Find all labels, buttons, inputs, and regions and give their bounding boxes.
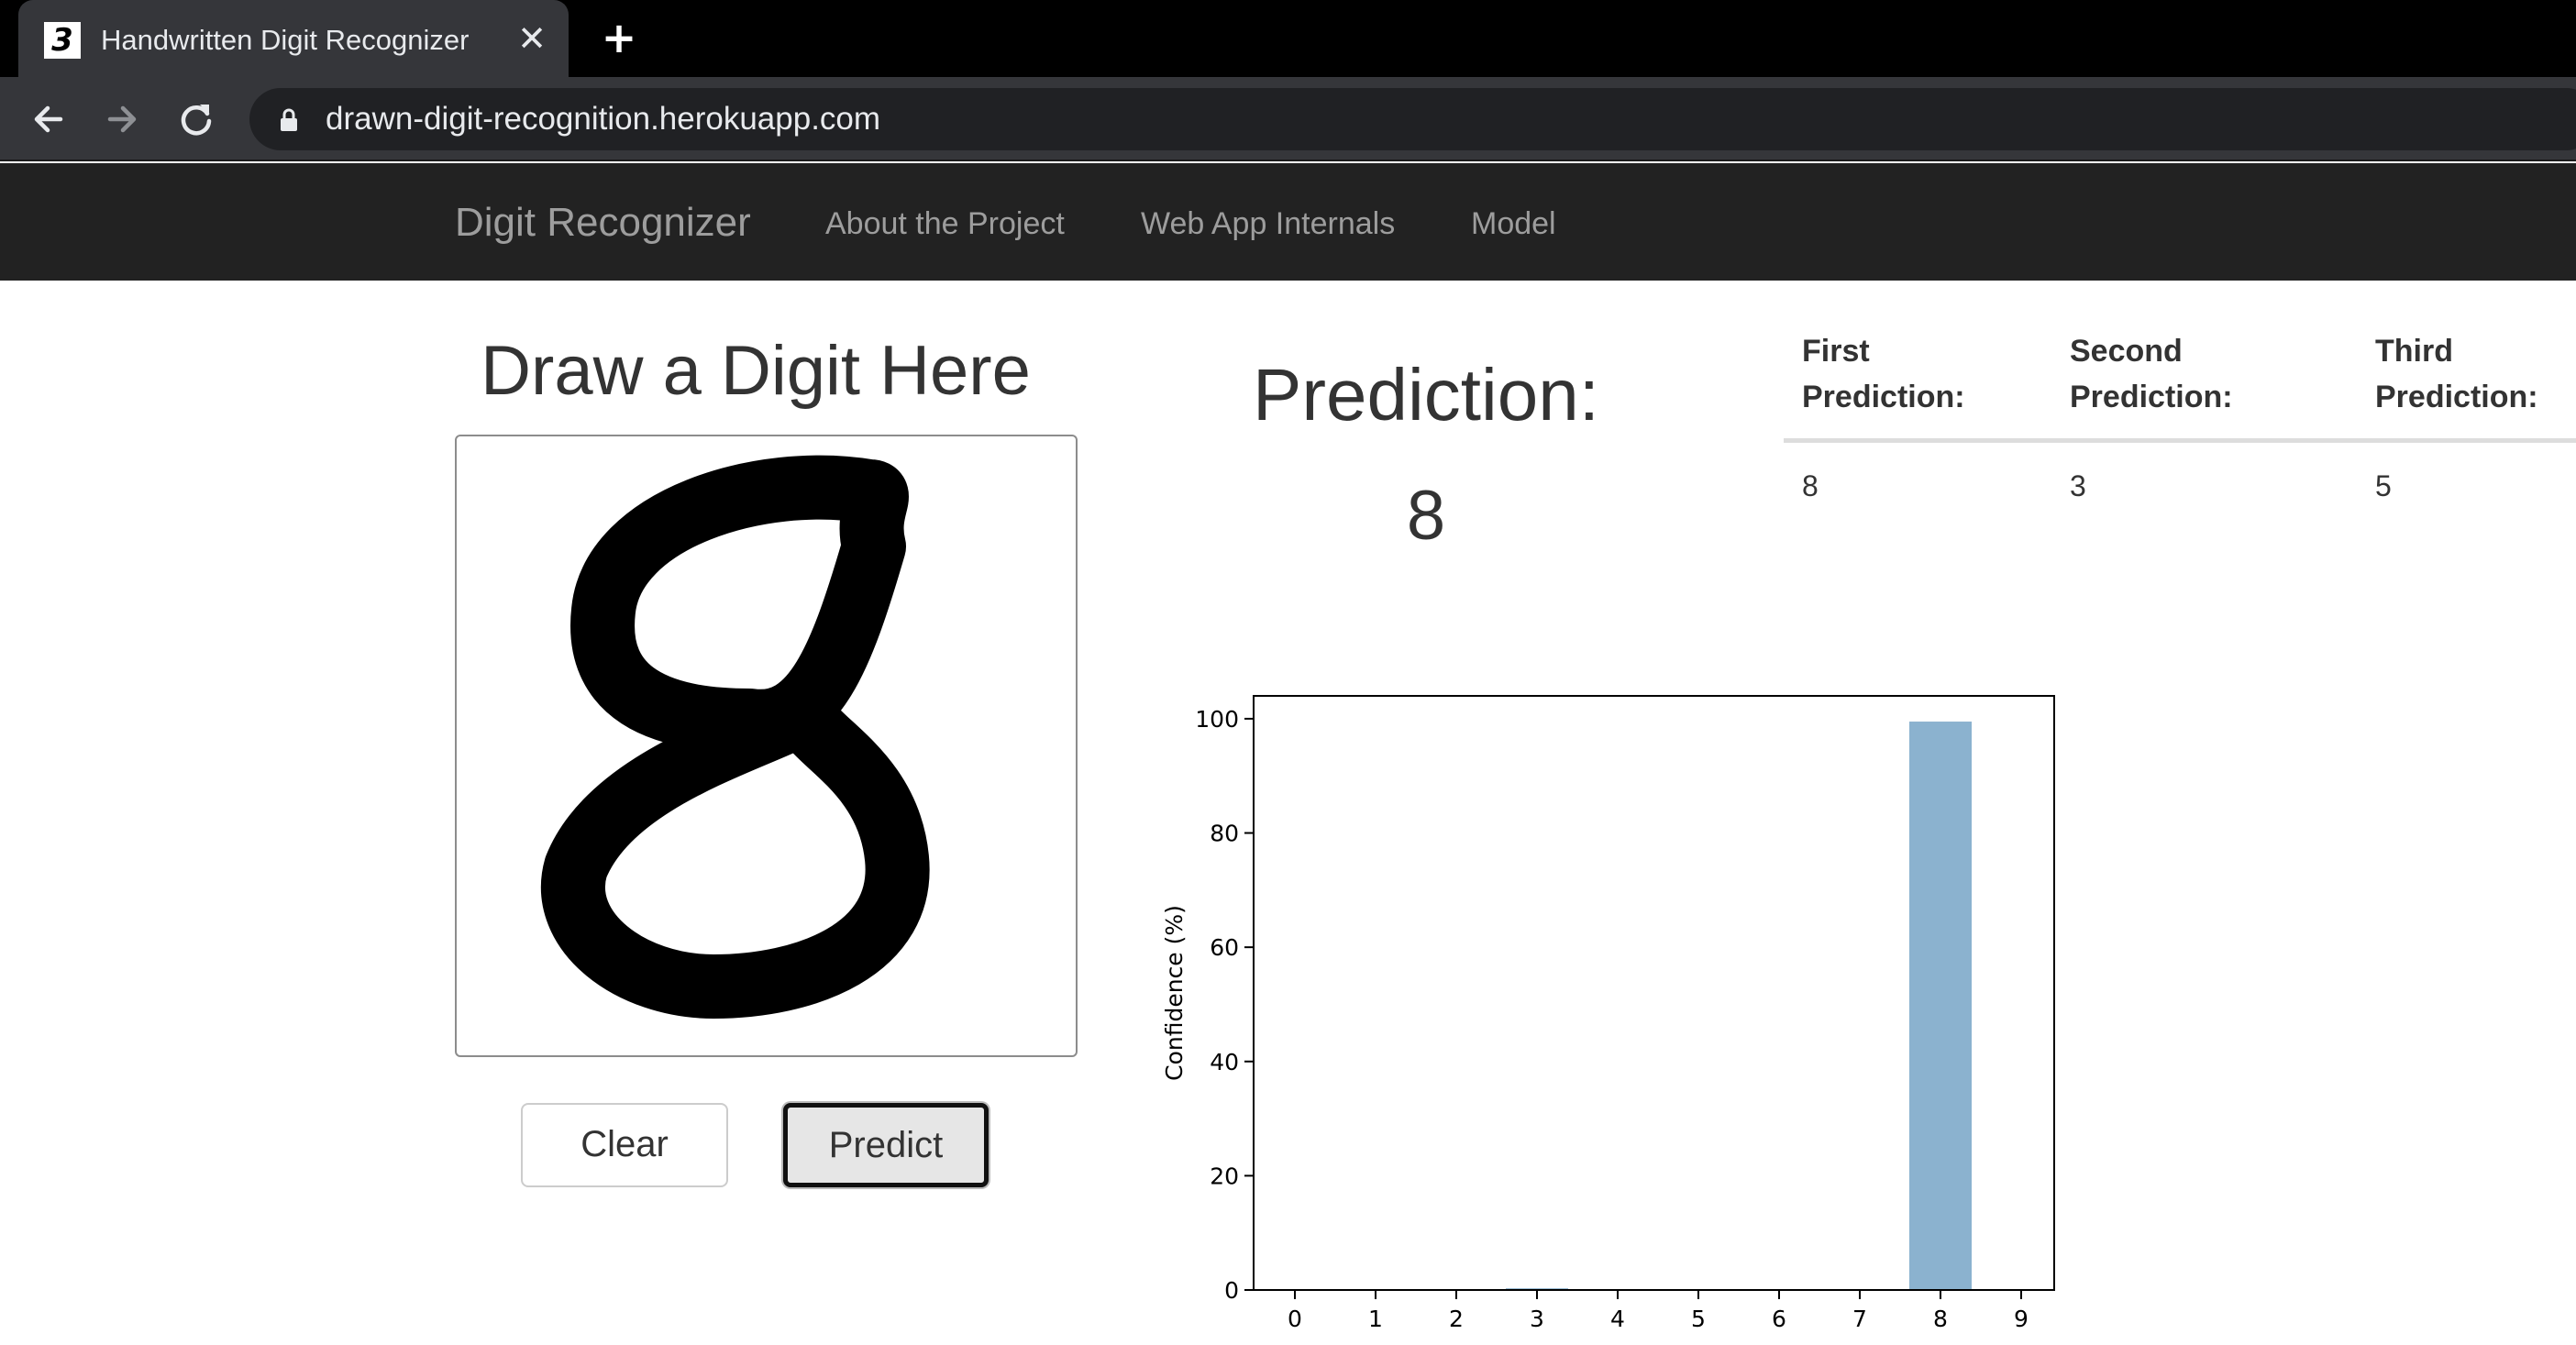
header-line: Prediction: <box>1802 380 1965 414</box>
prediction-heading: Prediction: <box>1253 354 1599 435</box>
y-tick-label: 80 <box>1210 821 1239 847</box>
x-tick-label: 8 <box>1933 1306 1948 1332</box>
navbar-brand[interactable]: Digit Recognizer <box>455 200 751 246</box>
reload-icon[interactable] <box>171 94 222 145</box>
browser-toolbar: drawn-digit-recognition.herokuapp.com <box>0 77 2576 161</box>
table-cell-second: 3 <box>2070 469 2086 502</box>
x-tick-label: 1 <box>1368 1306 1383 1332</box>
x-tick-label: 3 <box>1530 1306 1544 1332</box>
y-tick-label: 0 <box>1224 1277 1239 1304</box>
chart-bar <box>1909 722 1972 1290</box>
back-arrow-icon[interactable] <box>24 94 75 145</box>
table-header-third: Third Prediction: <box>2375 328 2538 420</box>
y-tick-label: 60 <box>1210 934 1239 961</box>
url-text[interactable]: drawn-digit-recognition.herokuapp.com <box>326 99 880 139</box>
header-line: First <box>1802 334 1870 369</box>
browser-tab[interactable]: 3 Handwritten Digit Recognizer ✕ <box>18 0 569 77</box>
table-cell-third: 5 <box>2375 469 2392 502</box>
table-cell-first: 8 <box>1802 469 1819 502</box>
drawing-canvas[interactable] <box>455 435 1078 1057</box>
y-tick-label: 100 <box>1195 706 1239 733</box>
x-tick-label: 0 <box>1288 1306 1302 1332</box>
nav-link-web-app-internals[interactable]: Web App Internals <box>1141 205 1395 242</box>
x-tick-label: 6 <box>1772 1306 1786 1332</box>
lock-icon[interactable] <box>275 106 303 134</box>
prediction-value: 8 <box>1406 477 1446 555</box>
header-line: Third <box>2375 334 2453 369</box>
x-tick-label: 4 <box>1610 1306 1625 1332</box>
nav-link-model[interactable]: Model <box>1471 205 1556 242</box>
x-tick-label: 9 <box>2014 1306 2029 1332</box>
drawn-digit-stroke <box>540 455 930 1019</box>
table-header-first: First Prediction: <box>1802 328 1965 420</box>
close-tab-icon[interactable]: ✕ <box>514 20 550 57</box>
new-tab-icon[interactable]: + <box>598 17 640 59</box>
confidence-chart: 0 20 40 60 80 100 0 1 2 3 4 5 6 7 8 9 Confidence (%) <box>1161 695 2055 1332</box>
y-tick-label: 40 <box>1210 1049 1239 1075</box>
nav-link-about[interactable]: About the Project <box>825 205 1065 242</box>
x-tick-label: 5 <box>1691 1306 1706 1332</box>
site-navbar: Digit Recognizer About the Project Web A… <box>0 163 2576 281</box>
header-line: Prediction: <box>2375 380 2538 414</box>
clear-button[interactable]: Clear <box>521 1103 728 1187</box>
y-tick-label: 20 <box>1210 1163 1239 1189</box>
browser-tab-strip: 3 Handwritten Digit Recognizer ✕ + <box>0 0 2576 77</box>
forward-arrow-icon[interactable] <box>97 94 149 145</box>
table-header-second: Second Prediction: <box>2070 328 2233 420</box>
tab-title: Handwritten Digit Recognizer <box>101 24 470 56</box>
table-header-divider <box>1784 438 2576 443</box>
header-line: Prediction: <box>2070 380 2233 414</box>
favicon-icon: 3 <box>44 22 81 59</box>
draw-heading: Draw a Digit Here <box>481 332 1031 410</box>
y-axis-label: Confidence (%) <box>1161 905 1188 1081</box>
header-line: Second <box>2070 334 2183 369</box>
x-tick-label: 2 <box>1449 1306 1464 1332</box>
x-tick-label: 7 <box>1852 1306 1867 1332</box>
predict-button[interactable]: Predict <box>783 1103 989 1187</box>
